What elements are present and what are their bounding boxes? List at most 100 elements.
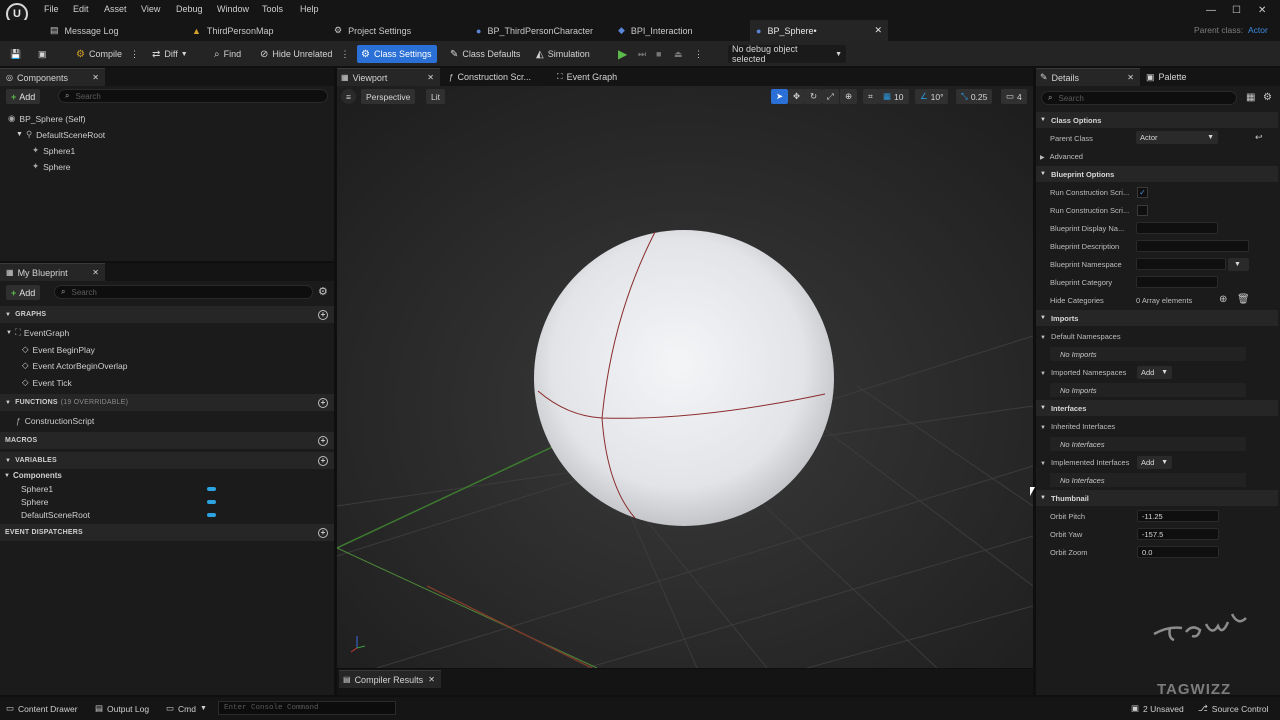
namespace-field[interactable] — [1136, 258, 1226, 270]
menu-help[interactable]: Help — [300, 4, 319, 14]
description-field[interactable] — [1136, 240, 1249, 252]
grid-snap-button[interactable]: ▦ 10 — [878, 89, 909, 104]
implemented-interfaces-row[interactable]: ▼ Implemented Interfaces — [1040, 458, 1129, 467]
add-component-button[interactable]: + Add — [6, 89, 41, 104]
tab-components[interactable]: ◎ Components ✕ — [0, 68, 105, 86]
parent-class-link[interactable]: Actor — [1248, 25, 1268, 35]
default-namespaces-row[interactable]: ▼ Default Namespaces — [1040, 332, 1121, 341]
sphere-mesh[interactable] — [534, 230, 834, 526]
select-mode-button[interactable]: ➤ — [771, 89, 789, 104]
more-icon[interactable]: ⋮ — [130, 49, 139, 60]
step-button[interactable]: ⏭ — [634, 45, 650, 63]
macros-section-header[interactable]: MACROS + — [0, 432, 334, 449]
tree-item-self[interactable]: ◉ BP_Sphere (Self) — [8, 113, 86, 124]
run-construction-script-checkbox-2[interactable] — [1137, 205, 1148, 216]
parent-class-dropdown[interactable]: Actor ▼ — [1136, 131, 1218, 144]
viewport-canvas[interactable]: ≡ Perspective Lit ➤ ✥ ↻ ⤢ ⊕ ⌗ ▦ 10 ∠ 10° ⤡… — [337, 86, 1033, 668]
settings-gear-icon[interactable]: ⚙ — [318, 285, 328, 298]
more-icon[interactable]: ⋮ — [340, 49, 349, 60]
class-options-section[interactable]: ▼ Class Options — [1036, 112, 1278, 128]
source-control-button[interactable]: ⎇ Source Control — [1198, 703, 1269, 714]
variable-item-default-scene-root[interactable]: DefaultSceneRoot — [21, 510, 90, 520]
perspective-button[interactable]: Perspective — [361, 89, 416, 104]
tab-bpi-interaction[interactable]: ◆ BPI_Interaction — [612, 20, 752, 41]
namespace-dropdown[interactable]: ▼ — [1228, 258, 1249, 271]
blueprint-search-input[interactable]: ⌕ Search — [54, 285, 313, 299]
details-search-input[interactable]: ⌕ Search — [1041, 91, 1237, 105]
interfaces-section[interactable]: ▼ Interfaces — [1036, 400, 1278, 416]
add-macro-icon[interactable]: + — [318, 435, 328, 446]
add-graph-icon[interactable]: + — [318, 309, 328, 320]
close-window-button[interactable]: ✕ — [1258, 5, 1266, 16]
world-local-button[interactable]: ⊕ — [840, 89, 858, 104]
close-panel-icon[interactable]: ✕ — [92, 268, 99, 277]
add-element-icon[interactable]: ⊕ — [1219, 294, 1227, 305]
thumbnail-section[interactable]: ▼ Thumbnail — [1036, 490, 1278, 506]
close-tab-icon[interactable]: ✕ — [1127, 73, 1134, 82]
display-name-field[interactable] — [1136, 222, 1218, 234]
tab-message-log[interactable]: ▤ Message Log — [44, 20, 184, 41]
menu-tools[interactable]: Tools — [262, 4, 283, 14]
tab-viewport[interactable]: ▦ Viewport ✕ — [337, 68, 440, 86]
scale-button[interactable]: ⤢ — [822, 89, 839, 104]
orbit-pitch-field[interactable]: -11.25 — [1137, 510, 1219, 522]
stop-button[interactable]: ■ — [652, 45, 665, 63]
menu-view[interactable]: View — [141, 4, 160, 14]
close-panel-icon[interactable]: ✕ — [92, 73, 99, 82]
functions-section-header[interactable]: ▼ FUNCTIONS (19 OVERRIDABLE) + — [0, 394, 334, 411]
graph-item-begin-play[interactable]: ◇ Event BeginPlay — [22, 344, 95, 355]
play-button[interactable]: ▶ — [614, 45, 631, 63]
scale-snap-button[interactable]: ⤡ 0.25 — [956, 89, 993, 104]
viewport-menu-button[interactable]: ≡ — [341, 89, 356, 104]
simulation-button[interactable]: ◭ Simulation — [532, 45, 594, 63]
graph-item-actor-begin-overlap[interactable]: ◇ Event ActorBeginOverlap — [22, 360, 128, 371]
tab-palette[interactable]: ▣ Palette — [1146, 68, 1236, 86]
menu-file[interactable]: File — [44, 4, 59, 14]
menu-window[interactable]: Window — [217, 4, 249, 14]
trash-icon[interactable]: 🗑 — [1237, 294, 1250, 305]
tab-details[interactable]: ✎ Details ✕ — [1036, 68, 1140, 86]
add-member-button[interactable]: + Add — [6, 285, 41, 300]
tab-bp-sphere[interactable]: ● BP_Sphere• ✕ — [750, 20, 888, 41]
orbit-zoom-field[interactable]: 0.0 — [1137, 546, 1219, 558]
close-tab-icon[interactable]: ✕ — [428, 675, 435, 684]
tab-construction-script[interactable]: ƒ Construction Scr... — [449, 68, 549, 86]
surface-snap-button[interactable]: ⌗ — [863, 89, 878, 104]
diff-button[interactable]: ⇄ Diff ▼ — [148, 45, 192, 63]
class-defaults-button[interactable]: ✎ Class Defaults — [446, 45, 524, 63]
function-item-construction-script[interactable]: ƒ ConstructionScript — [16, 416, 94, 426]
lit-button[interactable]: Lit — [426, 89, 445, 104]
compile-button[interactable]: ⚙ Compile ⋮ — [72, 45, 143, 63]
minimize-button[interactable]: — — [1206, 5, 1216, 16]
rotation-snap-button[interactable]: ∠ 10° — [915, 89, 949, 104]
save-button[interactable]: 💾 — [6, 45, 25, 63]
content-drawer-button[interactable]: ▭ Content Drawer — [6, 703, 78, 714]
component-search-input[interactable]: ⌕ Search — [58, 89, 328, 103]
tab-my-blueprint[interactable]: ▦ My Blueprint ✕ — [0, 263, 105, 281]
browse-button[interactable]: ▣ — [34, 45, 51, 63]
variable-item-sphere1[interactable]: Sphere1 — [21, 484, 53, 494]
add-variable-icon[interactable]: + — [318, 455, 328, 466]
add-namespace-dropdown[interactable]: Add ▼ — [1137, 366, 1172, 379]
add-dispatcher-icon[interactable]: + — [318, 527, 328, 538]
table-view-icon[interactable]: ▦ — [1246, 92, 1255, 103]
inherited-interfaces-row[interactable]: ▼ Inherited Interfaces — [1040, 422, 1115, 431]
imported-namespaces-row[interactable]: ▼ Imported Namespaces — [1040, 368, 1126, 377]
menu-asset[interactable]: Asset — [104, 4, 127, 14]
output-log-button[interactable]: ▤ Output Log — [95, 703, 149, 714]
tab-project-settings[interactable]: ⚙ Project Settings — [328, 20, 468, 41]
rotate-button[interactable]: ↻ — [805, 89, 823, 104]
blueprint-options-section[interactable]: ▼ Blueprint Options — [1036, 166, 1278, 182]
tree-item-default-scene-root[interactable]: ▼ ⚲ DefaultSceneRoot — [16, 129, 105, 140]
graph-item-event-tick[interactable]: ◇ Event Tick — [22, 377, 72, 388]
run-construction-script-checkbox[interactable]: ✓ — [1137, 187, 1148, 198]
menu-debug[interactable]: Debug — [176, 4, 203, 14]
variables-group-components[interactable]: ▼ Components — [4, 471, 62, 480]
more-play-options-icon[interactable]: ⋮ — [690, 45, 707, 63]
advanced-row[interactable]: ▶ Advanced — [1040, 152, 1083, 161]
orbit-yaw-field[interactable]: -157.5 — [1137, 528, 1219, 540]
category-field[interactable] — [1136, 276, 1218, 288]
graph-item-eventgraph[interactable]: ▼ ⛶ EventGraph — [6, 327, 69, 338]
add-function-icon[interactable]: + — [318, 397, 328, 408]
console-command-input[interactable]: Enter Console Command — [218, 701, 396, 715]
